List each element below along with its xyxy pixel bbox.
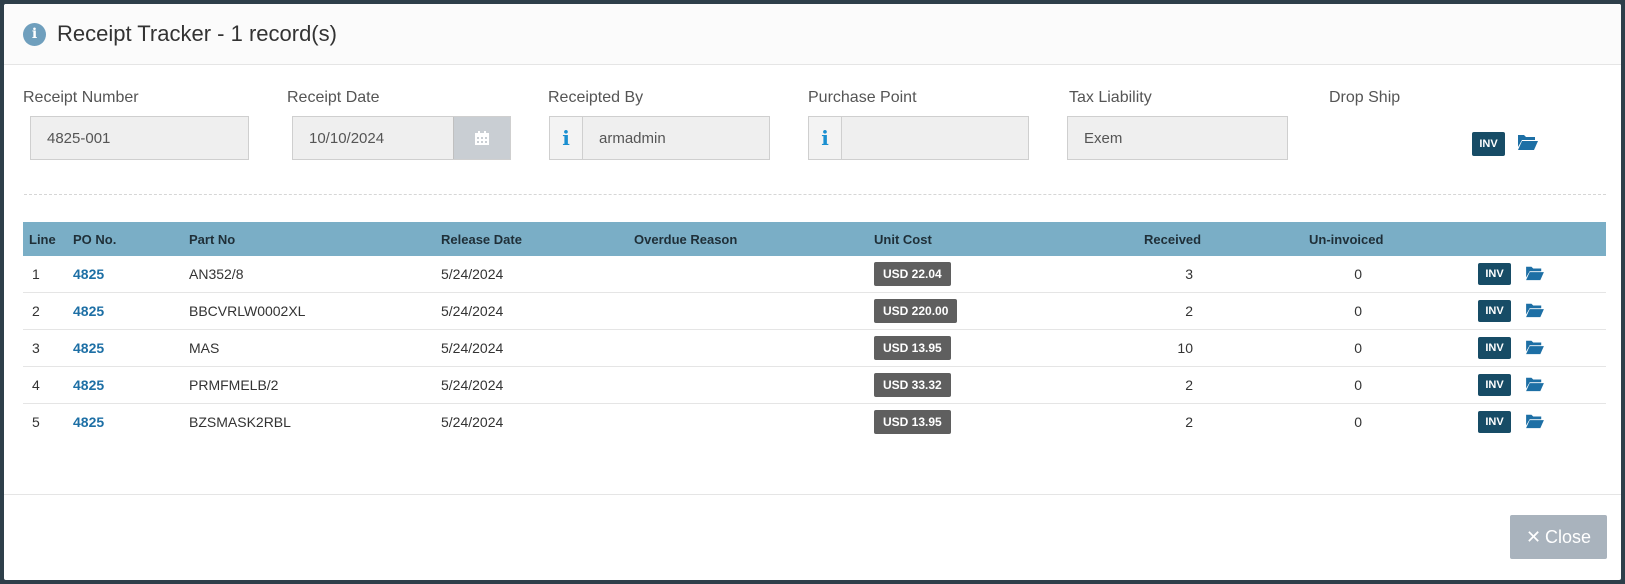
table-row: 1 4825 AN352/8 5/24/2024 USD 22.04 3 0 I… [23,256,1606,293]
cell-release-date: 5/24/2024 [441,414,504,430]
cell-part-no: MAS [189,340,220,356]
receipt-tracker-modal: i Receipt Tracker - 1 record(s) Receipt … [4,4,1621,580]
row-inv-button[interactable]: INV [1478,411,1511,433]
folder-open-icon[interactable] [1525,413,1545,429]
cell-unit-cost-badge: USD 13.95 [874,336,951,360]
section-divider [24,194,1606,195]
folder-open-icon[interactable] [1525,265,1545,281]
column-line: Line [29,231,56,247]
cell-line: 5 [32,414,40,430]
modal-footer: ✕ Close [4,494,1621,559]
table-row: 3 4825 MAS 5/24/2024 USD 13.95 10 0 INV [23,330,1606,367]
receipt-number-input[interactable]: 4825-001 [30,116,249,160]
row-inv-button[interactable]: INV [1478,337,1511,359]
cell-release-date: 5/24/2024 [441,377,504,393]
cell-uninvoiced: 0 [1354,414,1362,430]
modal-title: Receipt Tracker - 1 record(s) [57,21,337,46]
info-icon[interactable]: i [809,117,842,159]
tax-liability-group: Tax Liability [1069,87,1152,109]
row-inv-button[interactable]: INV [1478,263,1511,285]
cell-part-no: PRMFMELB/2 [189,377,279,393]
table-header: Line PO No. Part No Release Date Overdue… [23,222,1606,256]
close-button[interactable]: ✕ Close [1510,515,1607,559]
cell-po-link[interactable]: 4825 [73,303,104,319]
receipt-number-label: Receipt Number [23,89,139,106]
receipt-date-group: Receipt Date [287,87,380,109]
cell-received: 10 [1177,340,1193,356]
cell-received: 3 [1185,266,1193,282]
cell-line: 4 [32,377,40,393]
folder-open-icon[interactable] [1525,339,1545,355]
folder-open-icon[interactable] [1517,133,1539,151]
table-row: 4 4825 PRMFMELB/2 5/24/2024 USD 33.32 2 … [23,367,1606,404]
folder-open-icon[interactable] [1525,376,1545,392]
purchase-point-input[interactable]: i [808,116,1029,160]
modal-header: i Receipt Tracker - 1 record(s) [4,4,1621,65]
info-icon: i [23,22,46,46]
cell-line: 2 [32,303,40,319]
table-body: 1 4825 AN352/8 5/24/2024 USD 22.04 3 0 I… [23,256,1606,440]
drop-ship-inv-button[interactable]: INV [1472,132,1505,156]
column-received: Received [1144,231,1202,247]
cell-release-date: 5/24/2024 [441,266,504,282]
purchase-point-group: Purchase Point [808,87,917,109]
receipted-by-group: Receipted By [548,87,643,109]
table-row: 5 4825 BZSMASK2RBL 5/24/2024 USD 13.95 2… [23,404,1606,440]
cell-unit-cost-badge: USD 33.32 [874,373,951,397]
cell-unit-cost-badge: USD 220.00 [874,299,958,323]
cell-po-link[interactable]: 4825 [73,414,104,430]
calendar-button[interactable] [453,117,510,159]
cell-unit-cost-badge: USD 22.04 [874,262,951,286]
cell-uninvoiced: 0 [1354,266,1362,282]
column-part-no: Part No [189,231,236,247]
receipt-lines-table: Line PO No. Part No Release Date Overdue… [23,222,1606,440]
receipted-by-value: armadmin [599,129,666,147]
cell-line: 1 [32,266,40,282]
cell-received: 2 [1185,303,1193,319]
drop-ship-label: Drop Ship [1329,89,1401,106]
receipted-by-input[interactable]: i armadmin [549,116,770,160]
column-unit-cost: Unit Cost [874,231,932,247]
purchase-point-label: Purchase Point [808,89,917,106]
cell-release-date: 5/24/2024 [441,340,504,356]
column-overdue-reason: Overdue Reason [634,231,738,247]
cell-part-no: BBCVRLW0002XL [189,303,306,319]
receipt-date-input[interactable]: 10/10/2024 [292,116,511,160]
cell-po-link[interactable]: 4825 [73,377,104,393]
column-release-date: Release Date [441,231,522,247]
receipt-fields: Receipt Number 4825-001 Receipt Date 10/… [23,87,1603,167]
close-icon: ✕ [1525,526,1542,547]
cell-part-no: BZSMASK2RBL [189,414,291,430]
calendar-icon [475,131,489,145]
cell-part-no: AN352/8 [189,266,244,282]
column-uninvoiced: Un-invoiced [1309,231,1384,247]
cell-uninvoiced: 0 [1354,340,1362,356]
info-icon[interactable]: i [550,117,583,159]
tax-liability-input[interactable]: Exem [1067,116,1288,160]
cell-received: 2 [1185,377,1193,393]
receipt-number-value: 4825-001 [47,129,111,147]
cell-uninvoiced: 0 [1354,377,1362,393]
cell-line: 3 [32,340,40,356]
drop-ship-group: Drop Ship [1329,87,1400,109]
folder-open-icon[interactable] [1525,302,1545,318]
table-row: 2 4825 BBCVRLW0002XL 5/24/2024 USD 220.0… [23,293,1606,330]
close-label: Close [1545,526,1592,547]
receipt-number-group: Receipt Number [23,87,253,109]
cell-po-link[interactable]: 4825 [73,340,104,356]
receipted-by-label: Receipted By [548,89,644,106]
cell-unit-cost-badge: USD 13.95 [874,410,951,434]
tax-liability-label: Tax Liability [1069,89,1152,106]
cell-received: 2 [1185,414,1193,430]
receipt-date-label: Receipt Date [287,89,380,106]
row-inv-button[interactable]: INV [1478,374,1511,396]
column-po-no: PO No. [73,231,117,247]
row-inv-button[interactable]: INV [1478,300,1511,322]
cell-uninvoiced: 0 [1354,303,1362,319]
cell-po-link[interactable]: 4825 [73,266,104,282]
cell-release-date: 5/24/2024 [441,303,504,319]
receipt-date-value: 10/10/2024 [309,129,385,147]
tax-liability-value: Exem [1084,129,1123,147]
